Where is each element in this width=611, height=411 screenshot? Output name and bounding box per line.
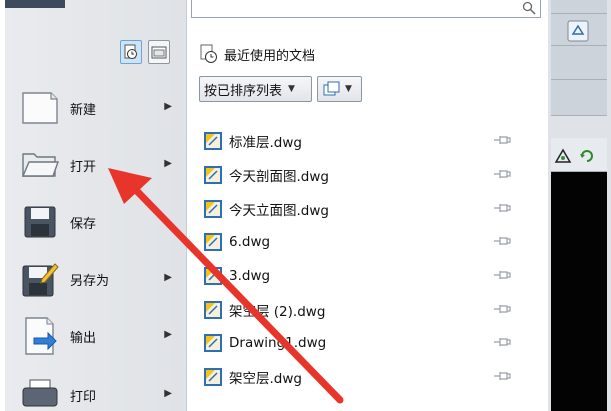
file-name: 架空层.dwg bbox=[229, 371, 302, 387]
pin-icon[interactable] bbox=[493, 134, 511, 146]
sort-order-dropdown[interactable]: 按已排序列表 ▼ bbox=[199, 76, 312, 102]
ribbon-strip bbox=[551, 0, 607, 14]
recent-file-item[interactable]: 架空层 (2).dwg bbox=[203, 297, 523, 323]
ribbon-panel-row-2 bbox=[551, 80, 607, 116]
dwg-file-icon bbox=[204, 200, 222, 218]
recent-file-item[interactable]: 今天剖面图.dwg bbox=[203, 162, 523, 188]
new-document-icon bbox=[18, 88, 62, 128]
ribbon-panel-row bbox=[551, 46, 607, 80]
menu-item-new[interactable]: 新建 ▶ bbox=[12, 83, 180, 133]
file-name: 3.dwg bbox=[229, 268, 271, 284]
refresh-icon[interactable] bbox=[577, 146, 597, 166]
menu-item-label: 另存为 bbox=[70, 273, 110, 289]
submenu-arrow-icon: ▶ bbox=[164, 101, 172, 112]
dwg-file-icon bbox=[204, 368, 222, 386]
dwg-file-icon bbox=[204, 132, 222, 150]
drawing-canvas[interactable] bbox=[551, 172, 607, 411]
print-icon bbox=[18, 375, 62, 411]
recent-file-item[interactable]: 架空层.dwg bbox=[203, 364, 523, 390]
file-name: 标准层.dwg bbox=[229, 135, 302, 151]
menu-item-label: 新建 bbox=[70, 102, 97, 118]
dwg-file-icon bbox=[204, 267, 222, 285]
ribbon-toolbar-row bbox=[551, 14, 607, 46]
pin-icon[interactable] bbox=[493, 303, 511, 315]
pin-icon[interactable] bbox=[493, 336, 511, 348]
menu-item-label: 打开 bbox=[70, 159, 97, 175]
file-name: 架空层 (2).dwg bbox=[229, 304, 326, 320]
open-folder-icon bbox=[18, 145, 62, 185]
save-as-icon bbox=[18, 259, 62, 299]
tool-icon[interactable] bbox=[553, 146, 573, 166]
recent-file-item[interactable]: 3.dwg bbox=[203, 263, 523, 289]
toolbar-row bbox=[551, 138, 607, 172]
submenu-arrow-icon: ▶ bbox=[164, 158, 172, 169]
file-name: 6.dwg bbox=[229, 234, 271, 250]
file-name: Drawing1.dwg bbox=[229, 335, 327, 351]
dwg-file-icon bbox=[204, 301, 222, 319]
menu-item-print[interactable]: 打印 ▶ bbox=[12, 370, 180, 411]
recent-documents-toggle[interactable] bbox=[120, 40, 142, 64]
menu-item-label: 保存 bbox=[70, 216, 97, 232]
export-icon bbox=[18, 316, 62, 356]
pin-icon[interactable] bbox=[493, 235, 511, 247]
search-input[interactable] bbox=[191, 0, 541, 18]
pin-icon[interactable] bbox=[493, 370, 511, 382]
ribbon-tool-icon[interactable] bbox=[567, 20, 589, 42]
menu-header-strip bbox=[5, 0, 65, 8]
menu-item-open[interactable]: 打开 ▶ bbox=[12, 140, 180, 190]
recent-documents-icon bbox=[124, 44, 137, 59]
recent-file-item[interactable]: 今天立面图.dwg bbox=[203, 196, 523, 222]
recent-documents-title: 最近使用的文档 bbox=[224, 48, 316, 64]
recent-file-item[interactable]: Drawing1.dwg bbox=[203, 330, 523, 356]
open-documents-toggle[interactable] bbox=[148, 40, 170, 64]
recent-documents-header: 最近使用的文档 bbox=[200, 44, 315, 64]
pin-icon[interactable] bbox=[493, 168, 511, 180]
recent-file-item[interactable]: 6.dwg bbox=[203, 229, 523, 255]
search-icon[interactable] bbox=[522, 1, 536, 15]
menu-item-save-as[interactable]: 另存为 ▶ bbox=[12, 254, 180, 304]
application-window: 新建 ▶ 打开 ▶ 保存 另存为 ▶ 输出 ▶ 打印 ▶ 最近使用的文档 按已排… bbox=[0, 0, 611, 411]
display-mode-dropdown[interactable]: ▼ bbox=[317, 76, 362, 102]
recent-documents-icon bbox=[200, 44, 217, 63]
file-name: 今天立面图.dwg bbox=[229, 203, 329, 219]
dwg-file-icon bbox=[204, 334, 222, 352]
sort-order-label: 按已排序列表 bbox=[204, 83, 283, 99]
pin-icon[interactable] bbox=[493, 269, 511, 281]
open-documents-icon bbox=[151, 46, 167, 59]
display-mode-icon bbox=[323, 81, 340, 96]
menu-item-label: 打印 bbox=[70, 389, 97, 405]
file-name: 今天剖面图.dwg bbox=[229, 169, 329, 185]
chevron-down-icon: ▼ bbox=[345, 84, 352, 94]
dwg-file-icon bbox=[204, 166, 222, 184]
dwg-file-icon bbox=[204, 233, 222, 251]
submenu-arrow-icon: ▶ bbox=[164, 329, 172, 340]
submenu-arrow-icon: ▶ bbox=[164, 272, 172, 283]
recent-file-item[interactable]: 标准层.dwg bbox=[203, 128, 523, 154]
pin-icon[interactable] bbox=[493, 202, 511, 214]
menu-item-export[interactable]: 输出 ▶ bbox=[12, 311, 180, 361]
menu-item-save[interactable]: 保存 bbox=[12, 197, 180, 247]
save-disk-icon bbox=[18, 202, 62, 242]
chevron-down-icon: ▼ bbox=[288, 84, 295, 94]
menu-item-label: 输出 bbox=[70, 330, 97, 346]
submenu-arrow-icon: ▶ bbox=[164, 388, 172, 399]
